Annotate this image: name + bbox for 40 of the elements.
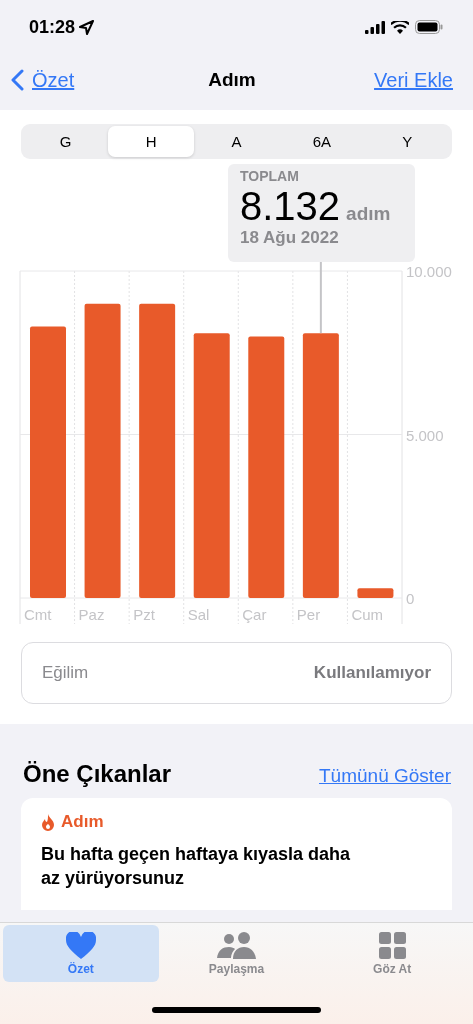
location-arrow-icon	[79, 19, 95, 35]
day-label: Paz	[78, 606, 105, 623]
battery-icon	[415, 20, 443, 34]
people-icon	[216, 931, 257, 959]
back-button[interactable]: Özet	[11, 68, 75, 92]
segment-tab[interactable]: 6A	[279, 126, 365, 157]
trend-label: Eğilim	[42, 663, 89, 683]
section-title: Öne Çıkanlar	[23, 760, 172, 788]
y-axis-label: 10.000	[406, 263, 452, 280]
tooltip-label: TOPLAM	[240, 168, 300, 184]
segment-tab[interactable]: A	[193, 126, 280, 157]
flame-icon	[41, 813, 55, 831]
day-label: Cum	[351, 606, 384, 623]
day-label: Çar	[242, 606, 267, 623]
trend-value: Kullanılamıyor	[313, 663, 431, 683]
day-label: Pzt	[133, 606, 155, 623]
step-bar	[357, 588, 394, 598]
status-time: 01:28	[29, 16, 76, 38]
day-label: Per	[296, 606, 321, 623]
segment-tab[interactable]: G	[23, 126, 109, 157]
highlight-text: Bu hafta geçen haftaya kıyasla daha az yürüyorsunuz	[41, 843, 352, 890]
back-chevron-icon	[11, 69, 24, 91]
day-label: Cmt	[24, 606, 52, 623]
segment-tab[interactable]: H	[108, 126, 194, 157]
heart-icon	[65, 931, 96, 959]
tooltip-unit: adım	[346, 203, 391, 225]
show-all-link[interactable]: Tümünü Göster	[319, 765, 451, 787]
page-title: Adım	[208, 69, 256, 91]
y-axis-label: 0	[406, 590, 415, 607]
tooltip-date: 18 Ağu 2022	[240, 228, 340, 248]
y-axis-label: 5.000	[406, 426, 444, 444]
add-data-link[interactable]: Veri Ekle	[374, 68, 453, 92]
grid-icon	[378, 931, 406, 959]
highlight-category: Adım	[61, 812, 104, 832]
signal-icon	[365, 20, 385, 34]
highlight-card[interactable]: Adım Bu hafta geçen haftaya kıyasla daha az yürüyorsunuz	[21, 798, 452, 910]
day-label: Sal	[187, 606, 210, 623]
tooltip-value: 8.132	[240, 184, 341, 228]
wifi-icon	[391, 20, 409, 34]
segment-tab[interactable]: Y	[364, 126, 451, 157]
